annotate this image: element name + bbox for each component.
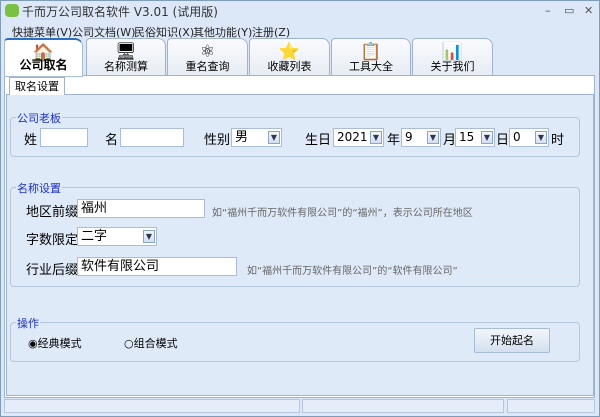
tab-tools[interactable]: 📋 工具大全 <box>331 38 411 76</box>
radio-checked-icon: ◉ <box>28 337 38 350</box>
surname-input[interactable] <box>40 128 88 147</box>
close-button[interactable]: ✕ <box>584 4 593 17</box>
suffix-label: 行业后缀 <box>26 263 79 278</box>
maximize-button[interactable]: ▭ <box>564 4 574 17</box>
hour-select[interactable]: 0 ▼ <box>509 128 549 147</box>
radio-label: 经典模式 <box>37 337 82 350</box>
day-value: 15 <box>459 130 475 144</box>
length-label: 字数限定 <box>26 233 79 248</box>
month-select[interactable]: 9 ▼ <box>401 128 441 147</box>
length-select[interactable]: 二字 ▼ <box>77 227 157 246</box>
length-value: 二字 <box>81 229 108 244</box>
radio-classic-mode[interactable]: ◉经典模式 <box>28 335 82 351</box>
given-name-label: 名 <box>105 133 119 148</box>
gender-select[interactable]: 男 ▼ <box>231 128 282 147</box>
window-title: 千而万公司取名软件 V3.01 (试用版) <box>22 5 218 19</box>
birthday-label: 生日 <box>305 133 332 148</box>
year-select[interactable]: 2021 ▼ <box>333 128 384 147</box>
radio-label: 组合模式 <box>133 337 178 350</box>
region-input[interactable]: 福州 <box>77 199 205 218</box>
hour-value: 0 <box>513 130 521 144</box>
radio-combo-mode[interactable]: ○组合模式 <box>124 335 178 351</box>
tab-label: 工具大全 <box>349 60 393 73</box>
subtab-naming-settings[interactable]: 取名设置 <box>9 77 65 95</box>
tab-name-analysis[interactable]: 🖥 名称测算 <box>86 38 166 76</box>
tab-label: 名称测算 <box>104 60 148 73</box>
tab-duplicate-check[interactable]: ⚛ 重名查询 <box>167 38 248 76</box>
app-icon <box>5 4 19 17</box>
year-value: 2021 <box>337 130 368 144</box>
given-name-input[interactable] <box>120 128 184 147</box>
region-hint: 如“福州千而万软件有限公司”的“福州”，表示公司所在地区 <box>212 208 473 219</box>
status-pane-2 <box>302 399 504 413</box>
chevron-down-icon[interactable]: ▼ <box>427 131 439 144</box>
radio-unchecked-icon: ○ <box>124 337 134 350</box>
tab-company-naming[interactable]: 🏠 公司取名 <box>4 38 83 77</box>
tab-label: 公司取名 <box>19 58 68 72</box>
operation-legend: 操作 <box>16 315 40 331</box>
boss-legend: 公司老板 <box>16 110 62 126</box>
day-unit: 日 <box>496 133 510 148</box>
year-unit: 年 <box>387 133 401 148</box>
chevron-down-icon[interactable]: ▼ <box>268 131 280 144</box>
chevron-down-icon[interactable]: ▼ <box>535 131 547 144</box>
suffix-input[interactable]: 软件有限公司 <box>77 257 237 276</box>
naming-legend: 名称设置 <box>16 180 62 196</box>
gender-label: 性别 <box>204 133 231 148</box>
tab-label: 关于我们 <box>430 60 475 73</box>
surname-label: 姓 <box>24 133 38 148</box>
chevron-down-icon[interactable]: ▼ <box>370 131 382 144</box>
suffix-hint: 如“福州千而万软件有限公司”的“软件有限公司” <box>247 266 458 277</box>
start-naming-button[interactable]: 开始起名 <box>474 328 550 353</box>
month-value: 9 <box>405 130 413 144</box>
chevron-down-icon[interactable]: ▼ <box>481 131 493 144</box>
status-pane-3 <box>507 399 595 413</box>
chevron-down-icon[interactable]: ▼ <box>143 230 155 243</box>
minimize-button[interactable]: – <box>545 4 551 17</box>
tab-label: 收藏列表 <box>267 60 312 73</box>
tab-favorites[interactable]: ⭐ 收藏列表 <box>249 38 330 76</box>
hour-unit: 时 <box>551 133 565 148</box>
region-label: 地区前缀 <box>26 205 79 220</box>
gender-value: 男 <box>235 130 249 145</box>
status-pane-1 <box>4 399 300 413</box>
tab-about[interactable]: 📊 关于我们 <box>412 38 493 76</box>
day-select[interactable]: 15 ▼ <box>455 128 495 147</box>
tab-label: 重名查询 <box>185 60 230 73</box>
